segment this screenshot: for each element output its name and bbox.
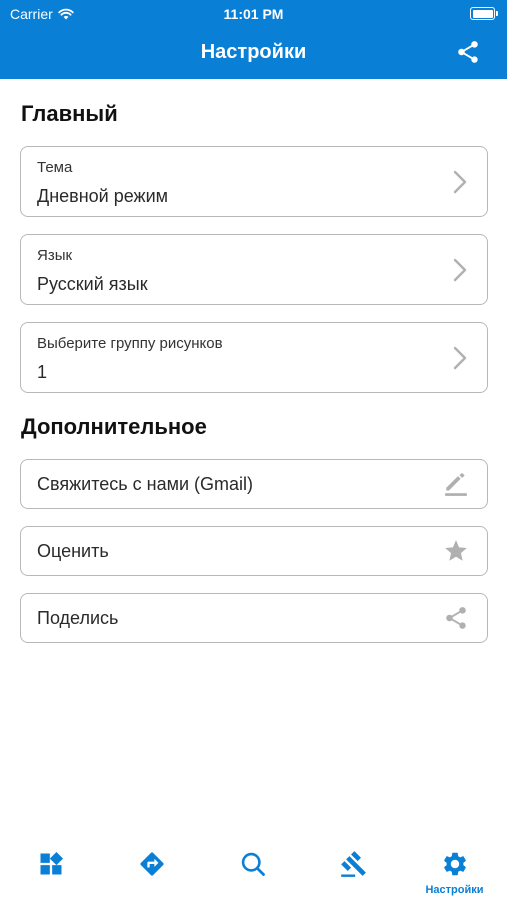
gear-icon xyxy=(443,852,466,876)
rate-app-button[interactable]: Оценить xyxy=(20,526,488,576)
share-icon[interactable] xyxy=(455,39,481,65)
settings-item-theme[interactable]: Тема Дневной режим xyxy=(20,146,488,217)
settings-item-picture-group[interactable]: Выберите группу рисунков 1 xyxy=(20,322,488,393)
tab-search[interactable] xyxy=(202,835,303,900)
chevron-right-icon xyxy=(453,346,467,369)
search-icon xyxy=(241,852,265,876)
battery-icon xyxy=(470,7,498,20)
settings-item-value: Русский язык xyxy=(37,274,148,294)
status-bar: Carrier 11:01 PM xyxy=(0,0,507,30)
settings-item-label: Выберите группу рисунков xyxy=(37,335,223,352)
settings-item-label: Свяжитесь с нами (Gmail) xyxy=(37,473,254,494)
status-time: 11:01 PM xyxy=(223,6,284,22)
section-title-main: Главный xyxy=(21,101,118,126)
pencil-icon xyxy=(445,473,467,496)
settings-item-label: Поделись xyxy=(37,607,119,628)
settings-item-label: Язык xyxy=(37,247,73,264)
settings-item-label: Тема xyxy=(37,159,73,176)
directions-icon xyxy=(139,852,164,876)
tab-settings-label: Настройки xyxy=(425,884,484,896)
settings-item-value: Дневной режим xyxy=(37,186,169,206)
contact-us-button[interactable]: Свяжитесь с нами (Gmail) xyxy=(20,459,488,509)
tab-gavel[interactable] xyxy=(303,835,404,900)
widgets-icon xyxy=(40,851,63,875)
share-icon xyxy=(446,607,466,629)
tab-bar: Настройки xyxy=(0,835,507,900)
app-header: Carrier 11:01 PM Настройки xyxy=(0,0,507,79)
gavel-icon xyxy=(340,851,366,877)
chevron-right-icon xyxy=(453,170,467,193)
page-title: Настройки xyxy=(200,41,307,63)
settings-item-value: 1 xyxy=(37,362,48,382)
chevron-right-icon xyxy=(453,258,467,281)
tab-widgets[interactable] xyxy=(0,835,101,900)
settings-item-label: Оценить xyxy=(37,540,109,561)
settings-item-language[interactable]: Язык Русский язык xyxy=(20,234,488,305)
star-icon xyxy=(445,540,467,561)
section-title-extra: Дополнительное xyxy=(21,414,207,439)
tab-directions[interactable] xyxy=(101,835,202,900)
share-app-button[interactable]: Поделись xyxy=(20,593,488,643)
tab-settings[interactable]: Настройки xyxy=(404,835,505,900)
